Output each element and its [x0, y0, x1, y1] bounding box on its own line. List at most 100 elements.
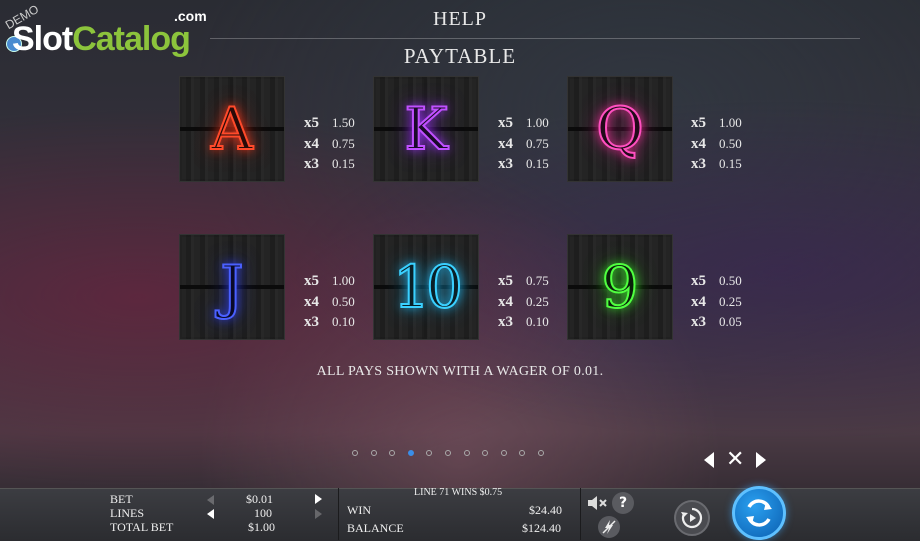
symbol-pays: x5 0.50 x4 0.25 x3 0.05 [691, 271, 742, 333]
pay-value: 0.05 [719, 314, 742, 329]
symbol-glyph: J [219, 252, 244, 322]
pay-row: x5 1.00 [691, 113, 742, 134]
pay-multiplier: x5 [691, 273, 706, 289]
header-divider [210, 38, 860, 39]
pay-row: x5 1.00 [304, 271, 355, 292]
total-bet-value: $1.00 [248, 520, 275, 534]
pay-multiplier: x3 [498, 156, 513, 172]
spin-button[interactable] [732, 486, 786, 540]
page-dot[interactable] [352, 450, 358, 456]
pay-value: 0.50 [719, 135, 742, 151]
pay-value: 0.10 [332, 314, 355, 329]
pay-row: x4 0.25 [498, 292, 549, 313]
pay-multiplier: x4 [691, 135, 706, 152]
lines-decrease-button[interactable] [207, 509, 214, 519]
page-dot[interactable] [519, 450, 526, 456]
bet-value: $0.01 [246, 492, 273, 506]
symbol-tile-9: 9 [568, 235, 672, 339]
pay-row: x5 0.75 [498, 271, 549, 292]
pay-multiplier: x4 [498, 135, 513, 152]
bet-decrease-button[interactable] [207, 495, 214, 505]
symbol-pays: x5 0.75 x4 0.25 x3 0.10 [498, 271, 549, 333]
mute-speaker-icon[interactable] [584, 492, 610, 514]
pay-row: x4 0.50 [304, 292, 355, 313]
bet-label: BET [110, 492, 133, 506]
pay-row: x4 0.50 [691, 134, 742, 155]
page-dot[interactable] [444, 450, 451, 456]
pay-value: 0.75 [526, 135, 549, 151]
symbol-pays: x5 1.00 x4 0.75 x3 0.15 [498, 113, 549, 175]
page-dot[interactable] [500, 450, 507, 456]
pay-row: x3 0.10 [304, 312, 355, 333]
symbol-tile-j: J [180, 235, 284, 339]
pay-value: 0.10 [526, 314, 549, 329]
pay-row: x5 0.50 [691, 271, 742, 292]
pay-multiplier: x5 [304, 115, 319, 131]
pay-multiplier: x3 [498, 314, 513, 330]
total-bet-label: TOTAL BET [110, 520, 174, 534]
pay-row: x5 1.50 [304, 113, 355, 134]
pay-value: 0.15 [332, 156, 355, 171]
symbol-glyph: Q [595, 94, 645, 164]
pay-row: x3 0.15 [498, 154, 549, 175]
autoplay-glyph [681, 507, 703, 529]
pay-row: x4 0.75 [498, 134, 549, 155]
lines-value: 100 [254, 506, 272, 520]
page-dot[interactable] [407, 450, 414, 456]
symbol-tile-a: A [180, 77, 284, 181]
page-dot[interactable] [482, 450, 489, 456]
pay-row: x3 0.15 [691, 154, 742, 175]
pay-value: 1.50 [332, 115, 355, 130]
pay-value: 0.75 [526, 273, 549, 288]
pay-value: 0.25 [526, 293, 549, 309]
pay-row: x3 0.15 [304, 154, 355, 175]
win-value: $24.40 [529, 503, 562, 517]
pay-row: x3 0.10 [498, 312, 549, 333]
pay-row: x4 0.75 [304, 134, 355, 155]
help-icon[interactable]: ? [612, 492, 634, 514]
bar-divider [338, 488, 339, 540]
lines-increase-button[interactable] [315, 509, 322, 519]
paytable-title: PAYTABLE [403, 44, 517, 68]
symbol-pays: x5 1.00 x4 0.50 x3 0.15 [691, 113, 742, 175]
arrow-right-icon[interactable] [756, 452, 766, 468]
symbol-tile-k: K [374, 77, 478, 181]
help-title: HELP [433, 8, 487, 30]
line-win-text: LINE 71 WINS $0.75 [414, 487, 503, 498]
pay-multiplier: x5 [498, 273, 513, 289]
page-dot[interactable] [370, 450, 377, 456]
pay-row: x4 0.25 [691, 292, 742, 313]
pay-value: 0.25 [719, 293, 742, 309]
symbol-glyph: 9 [601, 252, 640, 322]
balance-value: $124.40 [522, 521, 561, 535]
turbo-icon[interactable] [598, 516, 620, 538]
balance-label: BALANCE [347, 521, 404, 535]
page-dot[interactable] [537, 450, 544, 456]
pay-value: 1.00 [526, 115, 549, 130]
win-label: WIN [347, 503, 371, 517]
close-icon[interactable]: ✕ [726, 446, 744, 474]
pay-row: x3 0.05 [691, 312, 742, 333]
pay-multiplier: x3 [691, 156, 706, 172]
bet-increase-button[interactable] [315, 494, 322, 504]
arrow-left-icon[interactable] [704, 452, 714, 468]
autoplay-icon[interactable] [674, 500, 710, 536]
symbol-glyph: 10 [392, 252, 464, 322]
page-dot[interactable] [463, 450, 470, 456]
symbol-tile-10: 10 [374, 235, 478, 339]
pay-value: 0.15 [526, 156, 549, 171]
symbol-glyph: K [403, 94, 448, 164]
wager-note: ALL PAYS SHOWN WITH A WAGER OF 0.01. [316, 364, 604, 379]
lines-label: LINES [110, 506, 144, 520]
symbol-glyph: A [210, 94, 254, 164]
pay-multiplier: x4 [304, 293, 319, 310]
symbol-pays: x5 1.00 x4 0.50 x3 0.10 [304, 271, 355, 333]
page-indicator [352, 450, 557, 456]
speaker-glyph [588, 496, 607, 510]
symbol-tile-q: Q [568, 77, 672, 181]
spin-icon [746, 499, 772, 527]
page-dot[interactable] [426, 450, 433, 456]
pay-multiplier: x3 [304, 314, 319, 330]
pay-row: x5 1.00 [498, 113, 549, 134]
page-dot[interactable] [389, 450, 396, 456]
